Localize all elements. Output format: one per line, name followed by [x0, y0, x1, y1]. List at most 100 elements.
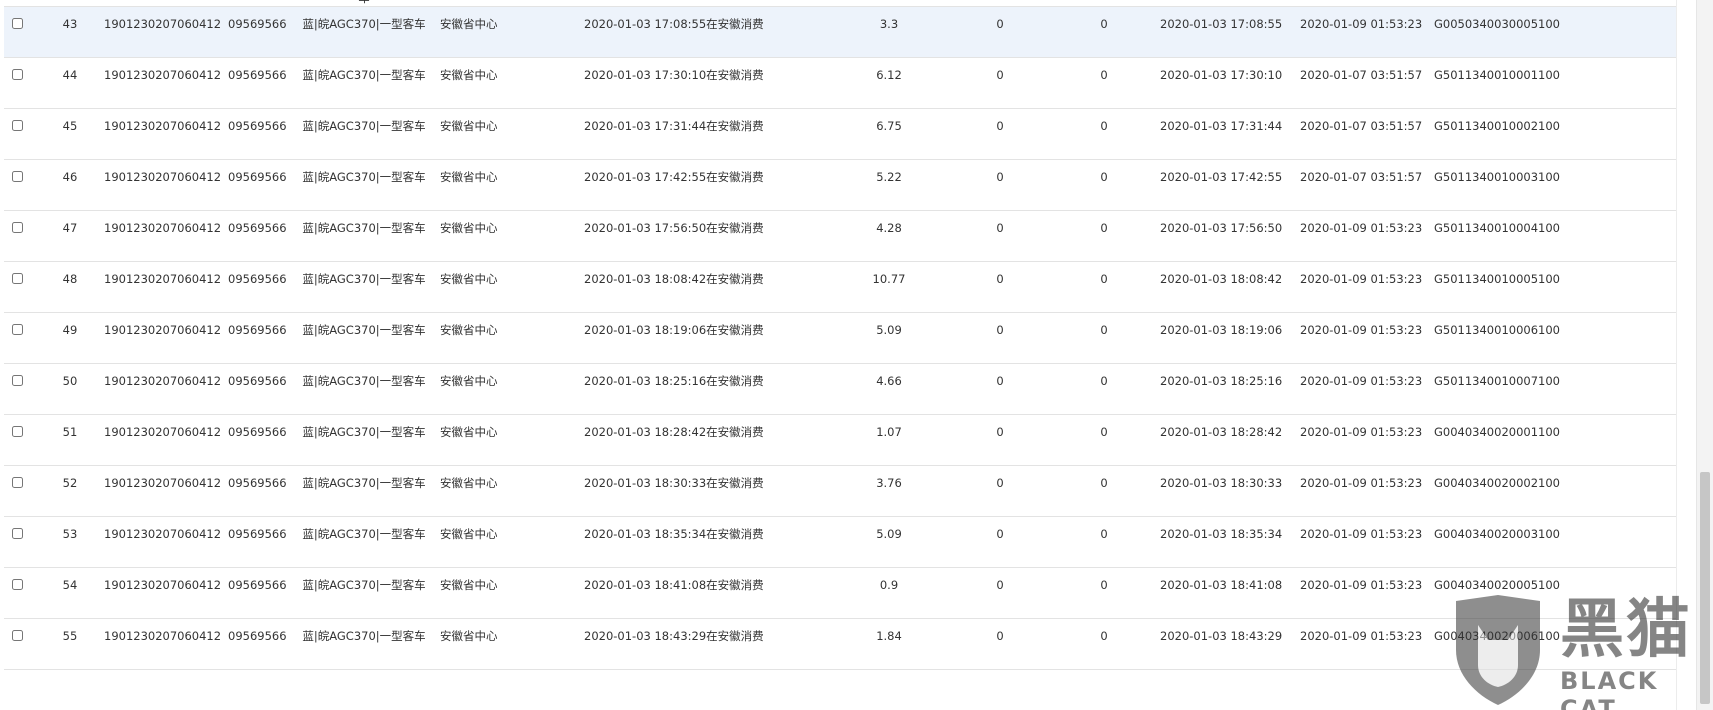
cell-transaction: 2020-01-03 17:31:44在安徽消费 [580, 108, 830, 160]
cell-value-b: 0 [1052, 363, 1156, 415]
cell-value-a: 0 [948, 312, 1052, 364]
row-checkbox[interactable] [12, 630, 23, 641]
table-row[interactable]: 45 1901230207060412 09569566 蓝|皖AGC370|一型客车… [4, 108, 1676, 160]
cell-settle-time: 2020-01-09 01:53:23 [1296, 261, 1430, 313]
table-row[interactable]: 46 1901230207060412 09569566 蓝|皖AGC370|一型客车… [4, 159, 1676, 211]
cell-row-number: 52 [40, 465, 100, 517]
cell-transaction: 2020-01-03 18:28:42在安徽消费 [580, 414, 830, 466]
cell-card-id: 1901230207060412 [100, 6, 224, 58]
records-table-container[interactable]: 车 43190123020706041209569566蓝|皖AGC370|一型… [4, 0, 1676, 710]
table-row[interactable]: 51 1901230207060412 09569566 蓝|皖AGC370|一型客车… [4, 414, 1676, 466]
row-checkbox[interactable] [12, 69, 23, 80]
cell-value-a: 0 [948, 108, 1052, 160]
cell-value-b: 0 [1052, 567, 1156, 619]
cell-value-b: 0 [1052, 312, 1156, 364]
table-row[interactable]: 55 1901230207060412 09569566 蓝|皖AGC370|一型客车… [4, 618, 1676, 670]
cell-center: 安徽省中心 [430, 57, 580, 109]
cell-amount: 1.84 [830, 618, 948, 670]
table-row[interactable]: 44 1901230207060412 09569566 蓝|皖AGC370|一型客车… [4, 57, 1676, 109]
right-gutter [1676, 0, 1695, 710]
table-row[interactable]: 48 1901230207060412 09569566 蓝|皖AGC370|一型客车… [4, 261, 1676, 313]
cell-amount: 10.77 [830, 261, 948, 313]
cell-value-b: 0 [1052, 516, 1156, 568]
table-row[interactable]: 43 1901230207060412 09569566 蓝|皖AGC370|一型客车… [4, 6, 1676, 58]
cell-checkbox [4, 414, 40, 466]
table-row[interactable]: 49 1901230207060412 09569566 蓝|皖AGC370|一型客车… [4, 312, 1676, 364]
cell-serial: G5011340010003100 [1430, 159, 1676, 211]
row-checkbox[interactable] [12, 579, 23, 590]
vertical-scrollbar[interactable] [1696, 0, 1713, 710]
cell-transaction: 2020-01-03 18:35:34在安徽消费 [580, 516, 830, 568]
cell-checkbox [4, 567, 40, 619]
cell-serial: G0050340030005100 [1430, 6, 1676, 58]
scrollbar-thumb[interactable] [1700, 472, 1710, 704]
table-row[interactable]: 52 1901230207060412 09569566 蓝|皖AGC370|一型客车… [4, 465, 1676, 517]
cell-value-b: 0 [1052, 159, 1156, 211]
row-checkbox[interactable] [12, 324, 23, 335]
row-checkbox[interactable] [12, 426, 23, 437]
cell-settle-time: 2020-01-09 01:53:23 [1296, 465, 1430, 517]
cell-card-id: 1901230207060412 [100, 159, 224, 211]
cell-serial: G0040340020002100 [1430, 465, 1676, 517]
cell-serial: G5011340010004100 [1430, 210, 1676, 262]
row-checkbox[interactable] [12, 375, 23, 386]
cell-amount: 3.76 [830, 465, 948, 517]
cell-card-id: 1901230207060412 [100, 363, 224, 415]
cell-center: 安徽省中心 [430, 6, 580, 58]
row-checkbox[interactable] [12, 18, 23, 29]
cell-vehicle: 蓝|皖AGC370|一型客车 [298, 108, 430, 160]
row-checkbox[interactable] [12, 477, 23, 488]
cell-code: 09569566 [224, 6, 298, 58]
cell-row-number: 48 [40, 261, 100, 313]
cell-serial: G5011340010007100 [1430, 363, 1676, 415]
cell-vehicle: 蓝|皖AGC370|一型客车 [298, 414, 430, 466]
cell-card-id: 1901230207060412 [100, 261, 224, 313]
cell-value-a: 0 [948, 363, 1052, 415]
cell-transaction-time: 2020-01-03 17:42:55 [1156, 159, 1296, 211]
cell-row-number: 54 [40, 567, 100, 619]
cell-value-a: 0 [948, 159, 1052, 211]
cell-card-id: 1901230207060412 [100, 465, 224, 517]
cell-settle-time: 2020-01-07 03:51:57 [1296, 57, 1430, 109]
cell-transaction-time: 2020-01-03 18:08:42 [1156, 261, 1296, 313]
cell-value-b: 0 [1052, 57, 1156, 109]
row-checkbox[interactable] [12, 528, 23, 539]
cell-vehicle: 蓝|皖AGC370|一型客车 [298, 516, 430, 568]
table-row[interactable]: 54 1901230207060412 09569566 蓝|皖AGC370|一型客车… [4, 567, 1676, 619]
cell-center: 安徽省中心 [430, 159, 580, 211]
cell-value-a: 0 [948, 414, 1052, 466]
cell-transaction-time: 2020-01-03 17:08:55 [1156, 6, 1296, 58]
cell-center: 安徽省中心 [430, 414, 580, 466]
cell-card-id: 1901230207060412 [100, 567, 224, 619]
cell-serial: G0040340020003100 [1430, 516, 1676, 568]
cell-vehicle: 蓝|皖AGC370|一型客车 [298, 567, 430, 619]
cell-value-b: 0 [1052, 414, 1156, 466]
cell-center: 安徽省中心 [430, 363, 580, 415]
cell-transaction: 2020-01-03 17:30:10在安徽消费 [580, 57, 830, 109]
cell-center: 安徽省中心 [430, 210, 580, 262]
cell-card-id: 1901230207060412 [100, 57, 224, 109]
row-checkbox[interactable] [12, 171, 23, 182]
cell-center: 安徽省中心 [430, 618, 580, 670]
cell-settle-time: 2020-01-07 03:51:57 [1296, 159, 1430, 211]
cell-row-number: 43 [40, 6, 100, 58]
row-checkbox[interactable] [12, 273, 23, 284]
table-row[interactable]: 53 1901230207060412 09569566 蓝|皖AGC370|一型客车… [4, 516, 1676, 568]
cell-serial: G0040340020005100 [1430, 567, 1676, 619]
cell-amount: 5.09 [830, 312, 948, 364]
cell-checkbox [4, 618, 40, 670]
cell-transaction-time: 2020-01-03 18:28:42 [1156, 414, 1296, 466]
cell-row-number: 55 [40, 618, 100, 670]
cell-vehicle: 蓝|皖AGC370|一型客车 [298, 261, 430, 313]
cell-checkbox [4, 312, 40, 364]
cell-amount: 6.75 [830, 108, 948, 160]
table-row[interactable]: 50 1901230207060412 09569566 蓝|皖AGC370|一型客车… [4, 363, 1676, 415]
row-checkbox[interactable] [12, 120, 23, 131]
table-row[interactable]: 47 1901230207060412 09569566 蓝|皖AGC370|一型客车… [4, 210, 1676, 262]
cell-settle-time: 2020-01-07 03:51:57 [1296, 108, 1430, 160]
cell-row-number: 46 [40, 159, 100, 211]
cell-center: 安徽省中心 [430, 108, 580, 160]
cell-code: 09569566 [224, 363, 298, 415]
row-checkbox[interactable] [12, 222, 23, 233]
cell-checkbox [4, 159, 40, 211]
